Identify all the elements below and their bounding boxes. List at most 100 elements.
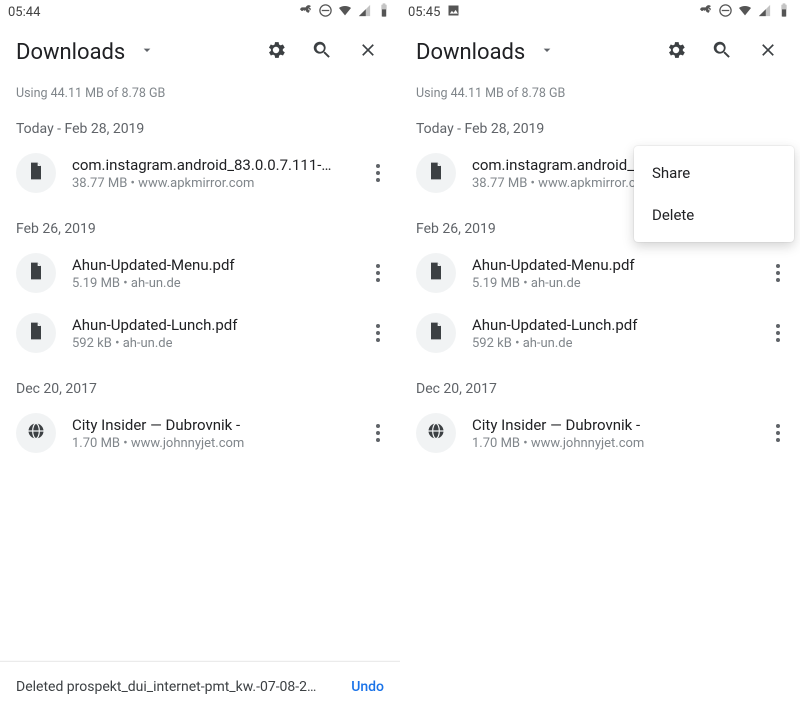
date-section-header: Today - Feb 28, 2019 [0,103,400,143]
more-options-button[interactable] [358,313,398,353]
search-button[interactable] [302,32,342,72]
file-meta: 5.19 MB • ah-un.de [72,276,342,291]
context-menu: ShareDelete [634,146,794,242]
file-icon [26,321,46,345]
search-icon [311,39,333,65]
settings-button[interactable] [656,32,696,72]
file-row[interactable]: Ahun-Updated-Lunch.pdf 592 kB • ah-un.de [400,303,800,363]
more-vert-icon [776,424,780,442]
chevron-down-icon [539,42,555,62]
image-notification-icon [446,3,461,22]
file-name: com.instagram.android_83.0.0.7.111-… [72,156,342,174]
more-vert-icon [776,324,780,342]
close-button[interactable] [748,32,788,72]
file-row[interactable]: City Insider — Dubrovnik - 1.70 MB • www.… [0,403,400,463]
date-section-header: Feb 26, 2019 [0,203,400,243]
globe-icon [426,421,446,445]
file-name: City Insider — Dubrovnik - [72,416,342,434]
screen-2: 05:45 Downloads Using 44.11 MB of 8.78 GBT… [400,0,800,711]
do-not-disturb-icon [318,3,333,22]
status-time: 05:44 [8,5,40,20]
file-icon-wrap [416,253,456,293]
file-icon-wrap [16,313,56,353]
settings-button[interactable] [256,32,296,72]
file-icon [426,321,446,345]
file-name: Ahun-Updated-Menu.pdf [72,256,342,274]
file-meta: 592 kB • ah-un.de [72,336,342,351]
close-button[interactable] [348,32,388,72]
search-button[interactable] [702,32,742,72]
screen-1: 05:44 Downloads Using 44.11 MB of 8.78 GBT… [0,0,400,711]
globe-icon [26,421,46,445]
file-icon-wrap [16,413,56,453]
vpn-key-icon [299,3,314,22]
file-icon-wrap [416,153,456,193]
file-row[interactable]: Ahun-Updated-Lunch.pdf 592 kB • ah-un.de [0,303,400,363]
file-meta: 592 kB • ah-un.de [472,336,742,351]
file-name: Ahun-Updated-Lunch.pdf [72,316,342,334]
status-bar: 05:45 [400,0,800,24]
more-options-button[interactable] [758,413,798,453]
battery-icon [376,2,392,22]
file-name: City Insider — Dubrovnik - [472,416,742,434]
context-menu-item[interactable]: Delete [634,194,794,236]
cell-signal-icon [357,3,372,22]
close-icon [358,40,378,64]
file-row[interactable]: City Insider — Dubrovnik - 1.70 MB • www.… [400,403,800,463]
file-meta: 1.70 MB • www.johnnyjet.com [472,436,742,451]
wifi-icon [737,2,753,22]
gear-icon [665,39,687,65]
battery-icon [776,2,792,22]
more-vert-icon [376,424,380,442]
more-options-button[interactable] [358,253,398,293]
file-icon [426,261,446,285]
file-row[interactable]: com.instagram.android_83.0.0.7.111-… 38.7… [0,143,400,203]
file-icon-wrap [16,253,56,293]
file-meta: 38.77 MB • www.apkmirror.com [72,176,342,191]
snackbar-text: Deleted prospekt_dui_internet-pmt_kw.-07… [16,679,339,695]
title-dropdown[interactable]: Downloads [416,40,656,65]
file-icon-wrap [416,313,456,353]
file-row[interactable]: Ahun-Updated-Menu.pdf 5.19 MB • ah-un.de [400,243,800,303]
file-icon-wrap [16,153,56,193]
date-section-header: Dec 20, 2017 [0,363,400,403]
wifi-icon [337,2,353,22]
file-name: Ahun-Updated-Lunch.pdf [472,316,742,334]
date-section-header: Today - Feb 28, 2019 [400,103,800,143]
storage-usage: Using 44.11 MB of 8.78 GB [0,80,400,103]
title-dropdown[interactable]: Downloads [16,40,256,65]
status-icons [299,2,392,22]
toolbar: Downloads [0,24,400,80]
toolbar: Downloads [400,24,800,80]
date-section-header: Dec 20, 2017 [400,363,800,403]
status-bar: 05:44 [0,0,400,24]
status-time: 05:45 [408,5,440,20]
undo-button[interactable]: Undo [351,679,384,695]
more-vert-icon [376,324,380,342]
close-icon [758,40,778,64]
more-vert-icon [376,164,380,182]
more-options-button[interactable] [358,153,398,193]
file-icon [426,161,446,185]
vpn-key-icon [699,3,714,22]
do-not-disturb-icon [718,3,733,22]
page-title: Downloads [16,40,125,65]
storage-usage: Using 44.11 MB of 8.78 GB [400,80,800,103]
page-title: Downloads [416,40,525,65]
more-options-button[interactable] [758,313,798,353]
file-meta: 1.70 MB • www.johnnyjet.com [72,436,342,451]
file-meta: 5.19 MB • ah-un.de [472,276,742,291]
file-icon [26,261,46,285]
more-vert-icon [376,264,380,282]
context-menu-item[interactable]: Share [634,152,794,194]
snackbar: Deleted prospekt_dui_internet-pmt_kw.-07… [0,662,400,711]
file-row[interactable]: Ahun-Updated-Menu.pdf 5.19 MB • ah-un.de [0,243,400,303]
more-vert-icon [776,264,780,282]
chevron-down-icon [139,42,155,62]
file-name: Ahun-Updated-Menu.pdf [472,256,742,274]
file-icon-wrap [416,413,456,453]
file-icon [26,161,46,185]
more-options-button[interactable] [358,413,398,453]
more-options-button[interactable] [758,253,798,293]
status-icons [699,2,792,22]
